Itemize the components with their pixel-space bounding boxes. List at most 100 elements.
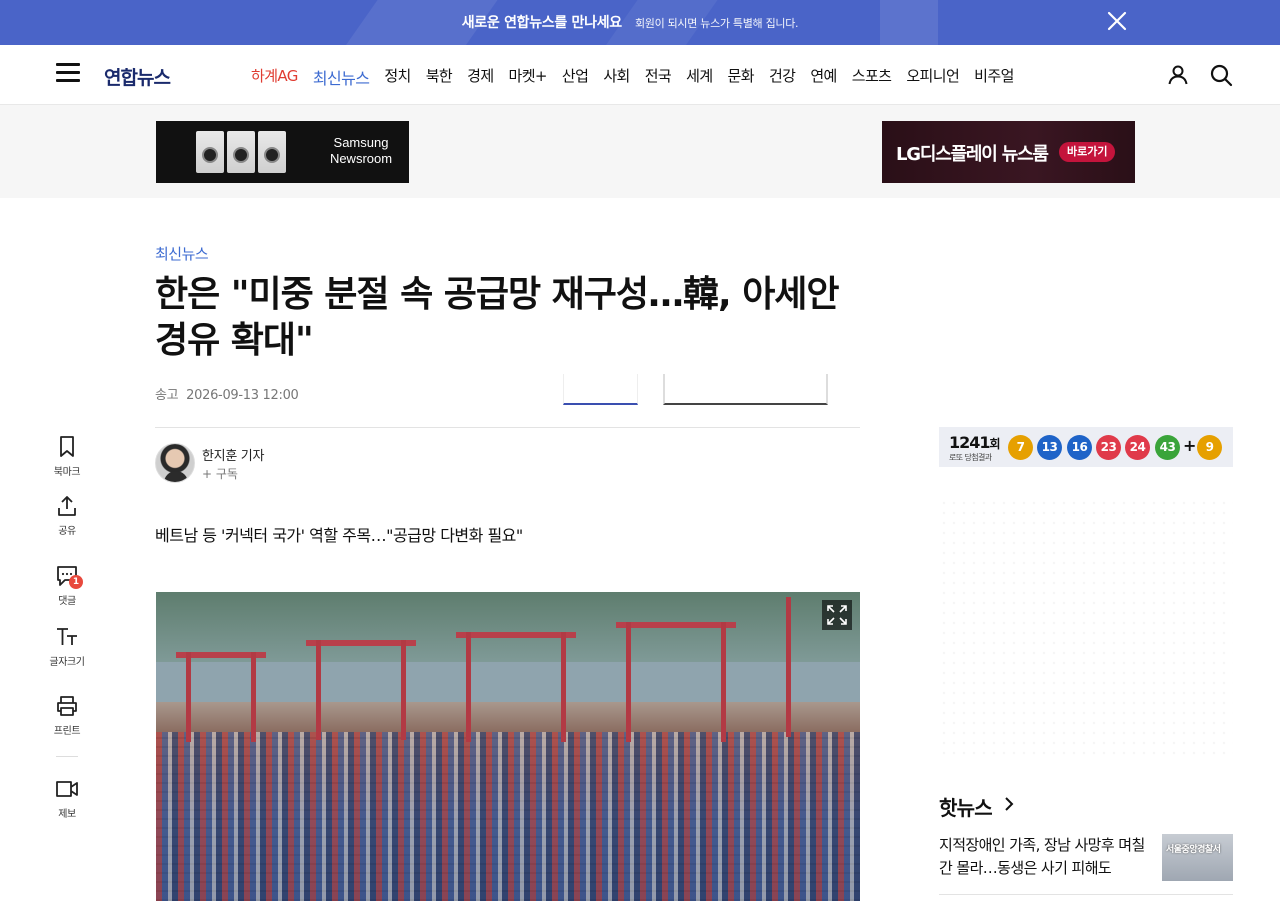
video-camera-icon	[56, 781, 78, 797]
site-logo[interactable]: 연합뉴스	[104, 63, 171, 90]
reporter-name[interactable]: 한지훈 기자	[202, 445, 264, 464]
reporter-avatar[interactable]	[155, 443, 195, 483]
nav-item-asian-games[interactable]: 하계AG	[251, 65, 298, 89]
ad-placeholder	[939, 498, 1233, 758]
report-label: 제보	[58, 809, 76, 820]
font-size-label: 글자크기	[49, 657, 85, 668]
promo-text: 새로운 연합뉴스를 만나세요 회원이 되시면 뉴스가 특별해 집니다.	[0, 12, 1260, 32]
photo-crane	[401, 640, 406, 740]
product-image	[196, 131, 224, 173]
nav-item-visual[interactable]: 비주얼	[974, 65, 1014, 89]
nav-item-culture[interactable]: 문화	[728, 65, 755, 89]
nav-item-industry[interactable]: 산업	[562, 65, 589, 89]
promo-banner[interactable]: 새로운 연합뉴스를 만나세요 회원이 되시면 뉴스가 특별해 집니다.	[0, 0, 1280, 45]
divider	[155, 427, 860, 428]
share-button[interactable]: 공유	[42, 494, 92, 537]
nav-item-north-korea[interactable]: 북한	[426, 65, 453, 89]
nav-item-world[interactable]: 세계	[686, 65, 713, 89]
lotto-ball: 24	[1125, 435, 1150, 460]
lotto-ball: 43	[1155, 435, 1180, 460]
font-size-button[interactable]: 글자크기	[42, 625, 92, 668]
search-icon[interactable]	[1209, 63, 1233, 87]
print-label: 프린트	[53, 726, 81, 737]
nav-item-market[interactable]: 마켓+	[509, 65, 548, 89]
photo-crane	[626, 622, 631, 742]
hamburger-menu-icon[interactable]	[56, 63, 82, 87]
hot-news-item-thumbnail[interactable]: 서울중앙경찰서	[1162, 834, 1233, 881]
ad-right-button[interactable]: 바로가기	[1059, 142, 1116, 162]
nav-item-entertainment[interactable]: 연예	[810, 65, 837, 89]
article-photo[interactable]	[156, 592, 860, 901]
comment-label: 댓글	[58, 596, 76, 607]
lotto-widget[interactable]: 1241회 로또 당첨결과 7 13 16 23 24 43 + 9	[939, 427, 1233, 467]
nav-item-latest[interactable]: 최신뉴스	[313, 65, 370, 89]
photo-crane	[561, 632, 566, 742]
thumbnail-sign-text: 서울중앙경찰서	[1166, 845, 1221, 855]
photo-crane	[456, 632, 576, 638]
nav-item-society[interactable]: 사회	[603, 65, 630, 89]
promo-sub-text: 회원이 되시면 뉴스가 특별해 집니다.	[634, 17, 799, 30]
photo-crane	[466, 632, 471, 742]
nav-item-nationwide[interactable]: 전국	[645, 65, 672, 89]
hot-news-item-headline[interactable]: 지적장애인 가족, 장남 사망후 며칠간 몰라…동생은 사기 피해도	[939, 834, 1149, 880]
ad-left-line2: Newsroom	[329, 151, 393, 166]
report-button[interactable]: 제보	[42, 777, 92, 820]
article-headline: 한은 "미중 분절 속 공급망 재구성…韓, 아세안 경유 확대"	[155, 274, 840, 361]
nav-item-politics[interactable]: 정치	[384, 65, 411, 89]
lotto-ball: 13	[1037, 435, 1062, 460]
photo-crane	[251, 652, 256, 742]
photo-crane	[186, 652, 191, 742]
lotto-ball: 7	[1008, 435, 1033, 460]
ad-right-text: LG디스플레이 뉴스룸	[896, 144, 1049, 165]
print-icon	[57, 696, 77, 716]
close-icon[interactable]	[1105, 9, 1129, 33]
lotto-subtitle: 로또 당첨결과	[949, 453, 992, 462]
expand-icon[interactable]	[822, 600, 852, 630]
nav-item-economy[interactable]: 경제	[467, 65, 494, 89]
hot-news-title[interactable]: 핫뉴스	[939, 792, 993, 821]
article-dateline: 송고 2026-09-13 12:00	[155, 384, 299, 403]
nav-item-opinion[interactable]: 오피니언	[906, 65, 959, 89]
lg-display-newsroom-ad[interactable]: LG디스플레이 뉴스룸 바로가기	[882, 121, 1135, 183]
bookmark-button[interactable]: 북마크	[42, 435, 92, 478]
ad-left-text: Samsung Newsroom	[316, 135, 406, 167]
user-icon[interactable]	[1166, 63, 1190, 87]
ad-left-line1: Samsung	[333, 135, 389, 150]
photo-container-yard	[156, 732, 860, 901]
ad-band: Samsung Newsroom LG디스플레이 뉴스룸 바로가기	[0, 105, 1280, 198]
article-subtitle: 베트남 등 '커넥터 국가' 역할 주목…"공급망 다변화 필요"	[155, 526, 523, 545]
article-action-button[interactable]	[563, 374, 638, 405]
photo-crane	[306, 640, 416, 646]
date-label: 송고	[155, 388, 179, 403]
photo-crane	[316, 640, 321, 740]
lotto-round-number: 1241	[949, 433, 991, 452]
lotto-ball: 23	[1096, 435, 1121, 460]
site-header: 연합뉴스 하계AG 최신뉴스 정치 북한 경제 마켓+ 산업 사회 전국 세계 …	[0, 45, 1280, 105]
bookmark-label: 북마크	[53, 467, 81, 478]
share-label: 공유	[58, 526, 76, 537]
photo-crane	[786, 597, 791, 737]
nav-item-health[interactable]: 건강	[769, 65, 796, 89]
lotto-plus: +	[1183, 436, 1197, 455]
comment-button[interactable]: 1 댓글	[42, 564, 92, 607]
product-image	[258, 131, 286, 173]
samsung-newsroom-ad[interactable]: Samsung Newsroom	[156, 121, 409, 183]
subscribe-button[interactable]: + 구독	[202, 465, 238, 482]
article-action-button[interactable]	[663, 374, 828, 405]
print-button[interactable]: 프린트	[42, 694, 92, 737]
toolbar-divider	[56, 756, 78, 757]
main-nav: 하계AG 최신뉴스 정치 북한 경제 마켓+ 산업 사회 전국 세계 문화 건강…	[251, 65, 1029, 89]
photo-background	[156, 662, 860, 702]
lotto-round-suffix: 회	[989, 437, 1001, 451]
bookmark-icon	[60, 436, 74, 457]
nav-item-sports[interactable]: 스포츠	[852, 65, 892, 89]
comment-count-badge: 1	[69, 575, 83, 589]
chevron-right-icon[interactable]	[1002, 795, 1016, 813]
section-label[interactable]: 최신뉴스	[155, 243, 209, 264]
lotto-round: 1241회	[949, 433, 1001, 452]
photo-crane	[616, 622, 736, 628]
promo-main-text: 새로운 연합뉴스를 만나세요	[461, 15, 622, 31]
product-image	[227, 131, 255, 173]
lotto-bonus-ball: 9	[1197, 435, 1222, 460]
divider	[939, 894, 1233, 895]
